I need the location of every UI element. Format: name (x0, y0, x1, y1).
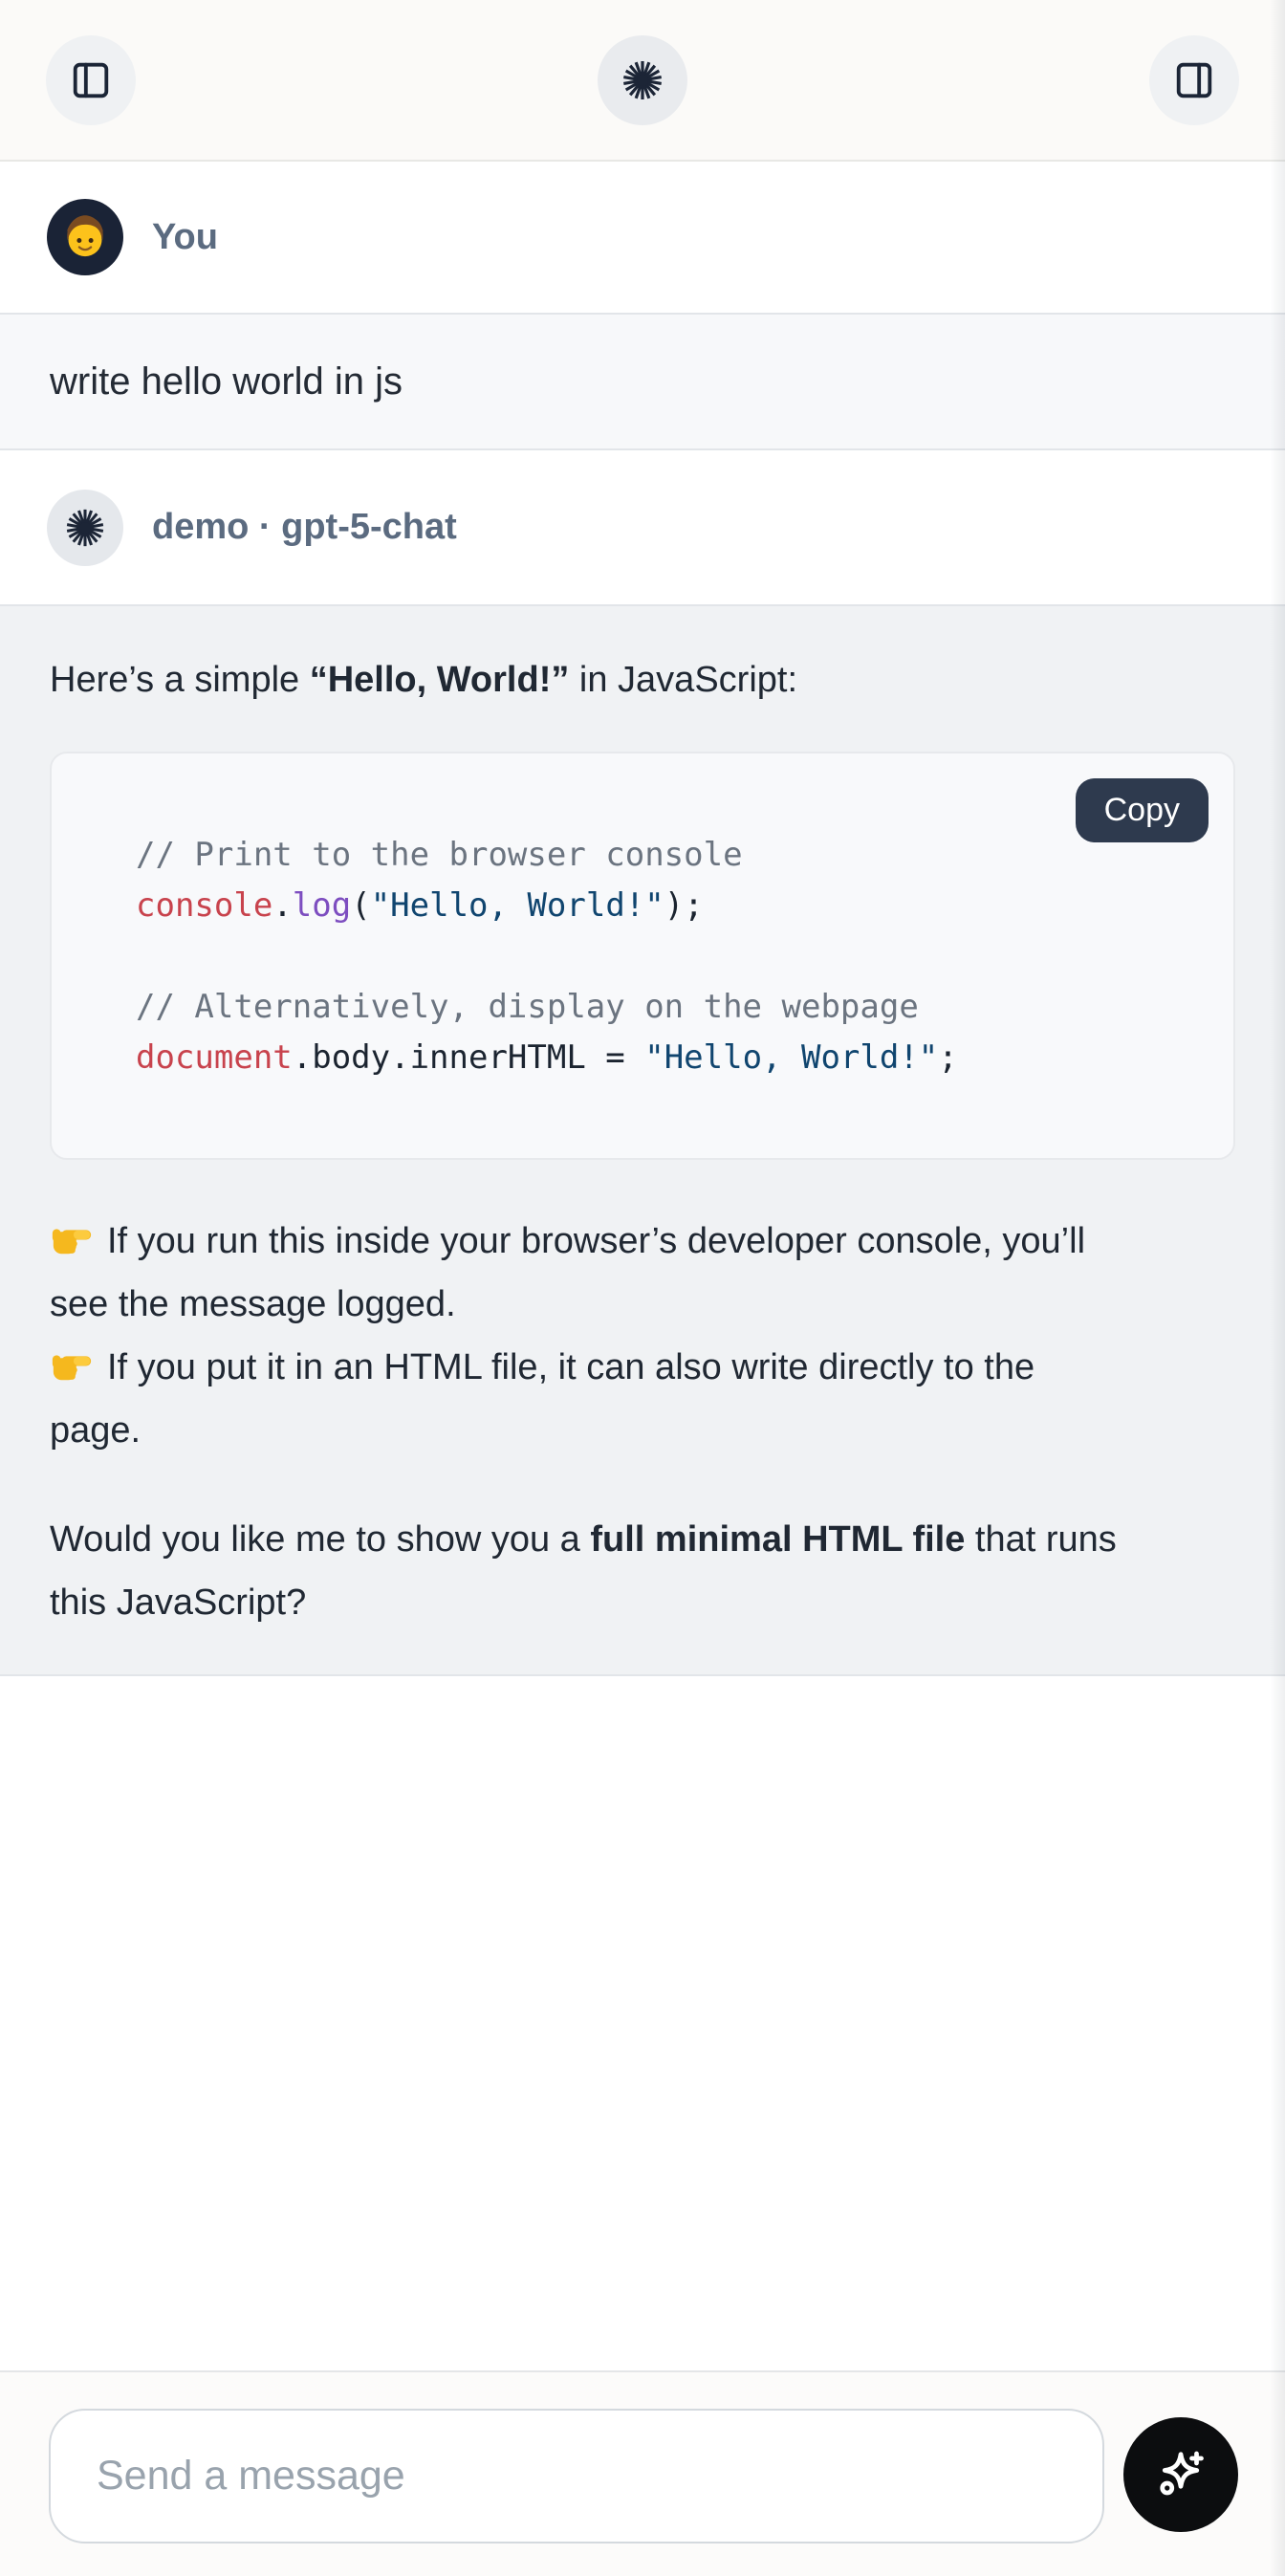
assistant-avatar (47, 490, 123, 566)
intro-text-end: in JavaScript: (569, 660, 797, 700)
intro-text: Here’s a simple (50, 660, 310, 700)
assistant-note-2: If you put it in an HTML file, it can al… (50, 1336, 1235, 1462)
assistant-message-band: Here’s a simple “Hello, World!” in JavaS… (0, 604, 1285, 1676)
code-block: Copy // Print to the browser consolecons… (50, 752, 1235, 1160)
pointing-right-emoji-icon (50, 1216, 94, 1260)
user-sender-row: You (0, 162, 1285, 313)
chat-scroll-area: You write hello world in js demo · gpt-5… (0, 162, 1285, 2370)
code-line (136, 931, 1195, 982)
assistant-closing-paragraph: Would you like me to show you a full min… (50, 1508, 1235, 1634)
code-line: console.log("Hello, World!"); (136, 881, 1195, 931)
panel-left-icon (69, 58, 113, 102)
pointing-right-emoji-icon (50, 1343, 94, 1386)
assistant-note-1: If you run this inside your browser’s de… (50, 1210, 1235, 1336)
code-line: document.body.innerHTML = "Hello, World!… (136, 1033, 1195, 1083)
starburst-icon (63, 506, 107, 550)
assistant-intro-paragraph: Here’s a simple “Hello, World!” in JavaS… (50, 648, 1235, 711)
person-emoji-icon (58, 210, 112, 264)
closing-text: Would you like me to show you a (50, 1519, 590, 1560)
note-text: If you put it in an HTML file, it can al… (50, 1347, 1035, 1451)
send-button[interactable] (1123, 2417, 1238, 2532)
copy-button[interactable]: Copy (1076, 778, 1209, 842)
user-message-band: write hello world in js (0, 313, 1285, 450)
code-line: // Alternatively, display on the webpage (136, 982, 1195, 1033)
note-text: If you run this inside your browser’s de… (50, 1221, 1085, 1324)
chat-empty-space (0, 1676, 1285, 2370)
model-button[interactable] (598, 35, 687, 125)
closing-bold-text: full minimal HTML file (590, 1519, 965, 1560)
starburst-icon (620, 57, 665, 103)
assistant-sender-label: demo · gpt-5-chat (152, 507, 457, 548)
top-bar (0, 0, 1285, 162)
user-avatar (47, 199, 123, 275)
message-input[interactable] (49, 2409, 1104, 2543)
sparkles-icon (1152, 2446, 1209, 2503)
code-line: // Print to the browser console (136, 830, 1195, 881)
panel-right-icon (1172, 58, 1216, 102)
user-sender-label: You (152, 217, 218, 258)
right-panel-toggle-button[interactable] (1149, 35, 1239, 125)
intro-bold-text: “Hello, World!” (310, 660, 570, 700)
sidebar-toggle-button[interactable] (46, 35, 136, 125)
composer-bar (0, 2370, 1285, 2576)
user-message-text: write hello world in js (50, 360, 403, 403)
assistant-sender-row: demo · gpt-5-chat (0, 450, 1285, 604)
code-lines: // Print to the browser consoleconsole.l… (136, 830, 1195, 1083)
